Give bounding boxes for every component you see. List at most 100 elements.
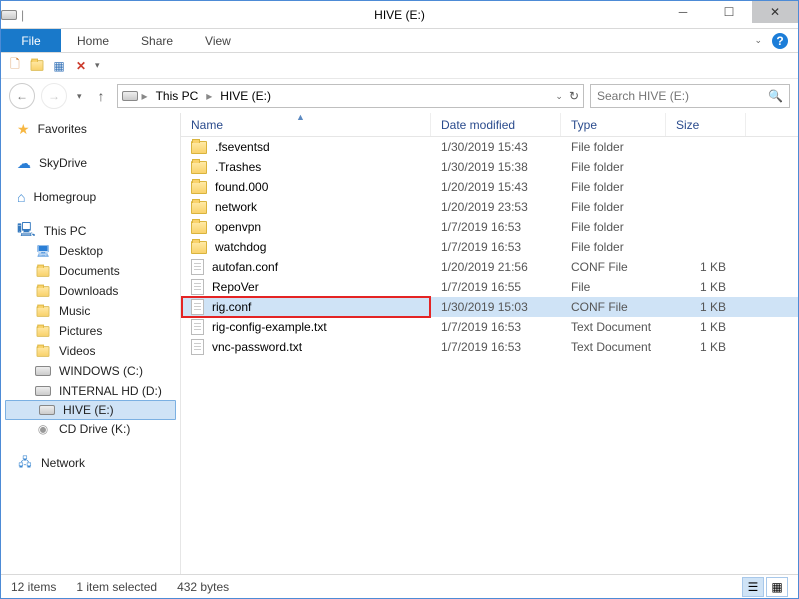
help-icon[interactable]: ? [772, 33, 788, 49]
nav-this-pc[interactable]: 🖳 This PC [1, 221, 180, 241]
nav-pictures[interactable]: Pictures [1, 321, 180, 341]
sort-ascending-icon: ▲ [296, 112, 305, 122]
file-name: vnc-password.txt [212, 340, 302, 354]
nav-windows-c[interactable]: WINDOWS (C:) [1, 361, 180, 381]
properties-icon[interactable]: ▦ [51, 58, 67, 74]
minimize-button[interactable]: ─ [660, 1, 706, 23]
folder-icon [191, 141, 207, 154]
file-row[interactable]: rig-config-example.txt1/7/2019 16:53Text… [181, 317, 798, 337]
file-size: 1 KB [666, 340, 746, 354]
column-type[interactable]: Type [561, 113, 666, 136]
file-row[interactable]: RepoVer1/7/2019 16:55File1 KB [181, 277, 798, 297]
nav-documents[interactable]: Documents [1, 261, 180, 281]
tab-share[interactable]: Share [125, 29, 189, 52]
nav-downloads[interactable]: Downloads [1, 281, 180, 301]
view-icons-button[interactable]: ▦ [766, 577, 788, 597]
up-button[interactable]: ↑ [92, 88, 111, 104]
file-name: .fseventsd [215, 140, 270, 154]
file-row[interactable]: found.0001/20/2019 15:43File folder [181, 177, 798, 197]
file-type: File folder [561, 140, 666, 154]
file-size: 1 KB [666, 260, 746, 274]
search-icon[interactable]: 🔍 [768, 89, 783, 103]
file-date: 1/20/2019 15:43 [431, 180, 561, 194]
breadcrumb-separator-icon: ▸ [206, 89, 212, 103]
file-type: CONF File [561, 260, 666, 274]
nav-skydrive[interactable]: ☁ SkyDrive [1, 153, 180, 173]
file-type: File [561, 280, 666, 294]
forward-button[interactable]: → [41, 83, 67, 109]
file-size: 1 KB [666, 320, 746, 334]
ribbon-tabs: File Home Share View ⌄ ? [1, 29, 798, 53]
folder-icon [191, 241, 207, 254]
close-button[interactable]: ✕ [752, 1, 798, 23]
drive-icon [35, 363, 51, 379]
file-row[interactable]: network1/20/2019 23:53File folder [181, 197, 798, 217]
desktop-icon: 🖥 [35, 243, 51, 259]
nav-network[interactable]: 🖧 Network [1, 453, 180, 473]
maximize-button[interactable]: ☐ [706, 1, 752, 23]
skydrive-icon: ☁ [17, 155, 31, 172]
new-folder-icon[interactable] [29, 58, 45, 74]
file-date: 1/7/2019 16:53 [431, 340, 561, 354]
file-date: 1/7/2019 16:53 [431, 220, 561, 234]
address-history-icon[interactable]: ⌄ [555, 91, 563, 102]
pictures-icon [35, 323, 51, 339]
file-row[interactable]: openvpn1/7/2019 16:53File folder [181, 217, 798, 237]
back-button[interactable]: ← [9, 83, 35, 109]
refresh-icon[interactable]: ↻ [569, 89, 579, 103]
nav-homegroup[interactable]: ⌂ Homegroup [1, 187, 180, 207]
new-document-icon[interactable]: 🗋 [7, 58, 23, 74]
file-row[interactable]: .Trashes1/30/2019 15:38File folder [181, 157, 798, 177]
file-date: 1/30/2019 15:38 [431, 160, 561, 174]
file-row[interactable]: autofan.conf1/20/2019 21:56CONF File1 KB [181, 257, 798, 277]
videos-icon [35, 343, 51, 359]
cd-drive-icon: ◉ [35, 421, 51, 437]
recent-locations-icon[interactable]: ▾ [73, 91, 86, 102]
search-box[interactable]: 🔍 [590, 84, 790, 108]
file-type: Text Document [561, 320, 666, 334]
file-row[interactable]: rig.conf1/30/2019 15:03CONF File1 KB [181, 297, 798, 317]
navigation-bar: ← → ▾ ↑ ▸ This PC ▸ HIVE (E:) ⌄ ↻ 🔍 [1, 79, 798, 113]
tab-home[interactable]: Home [61, 29, 125, 52]
tab-view[interactable]: View [189, 29, 247, 52]
file-row[interactable]: watchdog1/7/2019 16:53File folder [181, 237, 798, 257]
file-row[interactable]: vnc-password.txt 1/7/2019 16:53Text Docum… [181, 337, 798, 357]
file-icon [191, 259, 204, 275]
nav-favorites[interactable]: ★ Favorites [1, 119, 180, 139]
breadcrumb-hive[interactable]: HIVE (E:) [216, 89, 275, 103]
column-date[interactable]: Date modified [431, 113, 561, 136]
file-type: CONF File [561, 300, 666, 314]
file-icon [191, 279, 204, 295]
title-bar: | HIVE (E:) ─ ☐ ✕ [1, 1, 798, 29]
status-size: 432 bytes [177, 580, 229, 594]
search-input[interactable] [597, 89, 768, 103]
breadcrumb-this-pc[interactable]: This PC [152, 89, 203, 103]
app-icon [1, 7, 17, 23]
nav-internal-hd-d[interactable]: INTERNAL HD (D:) [1, 381, 180, 401]
file-name: watchdog [215, 240, 266, 254]
file-row[interactable]: .fseventsd1/30/2019 15:43File folder [181, 137, 798, 157]
status-item-count: 12 items [11, 580, 56, 594]
delete-icon[interactable]: ✕ [73, 58, 89, 74]
drive-icon [35, 383, 51, 399]
file-name: rig.conf [212, 300, 251, 314]
address-bar[interactable]: ▸ This PC ▸ HIVE (E:) ⌄ ↻ [117, 84, 584, 108]
nav-videos[interactable]: Videos [1, 341, 180, 361]
drive-icon [39, 402, 55, 418]
file-type: File folder [561, 240, 666, 254]
toolbar-dropdown-icon[interactable]: ▾ [95, 60, 100, 71]
file-type: File folder [561, 180, 666, 194]
column-name[interactable]: Name [181, 113, 431, 136]
file-date: 1/7/2019 16:53 [431, 320, 561, 334]
file-tab[interactable]: File [1, 29, 61, 52]
favorites-icon: ★ [17, 121, 30, 138]
file-type: Text Document [561, 340, 666, 354]
nav-cd-drive-k[interactable]: ◉CD Drive (K:) [1, 419, 180, 439]
column-size[interactable]: Size [666, 113, 746, 136]
folder-icon [191, 221, 207, 234]
view-details-button[interactable]: ☰ [742, 577, 764, 597]
nav-music[interactable]: Music [1, 301, 180, 321]
nav-hive-e[interactable]: HIVE (E:) [5, 400, 176, 420]
ribbon-expand-icon[interactable]: ⌄ [754, 35, 762, 46]
nav-desktop[interactable]: 🖥Desktop [1, 241, 180, 261]
